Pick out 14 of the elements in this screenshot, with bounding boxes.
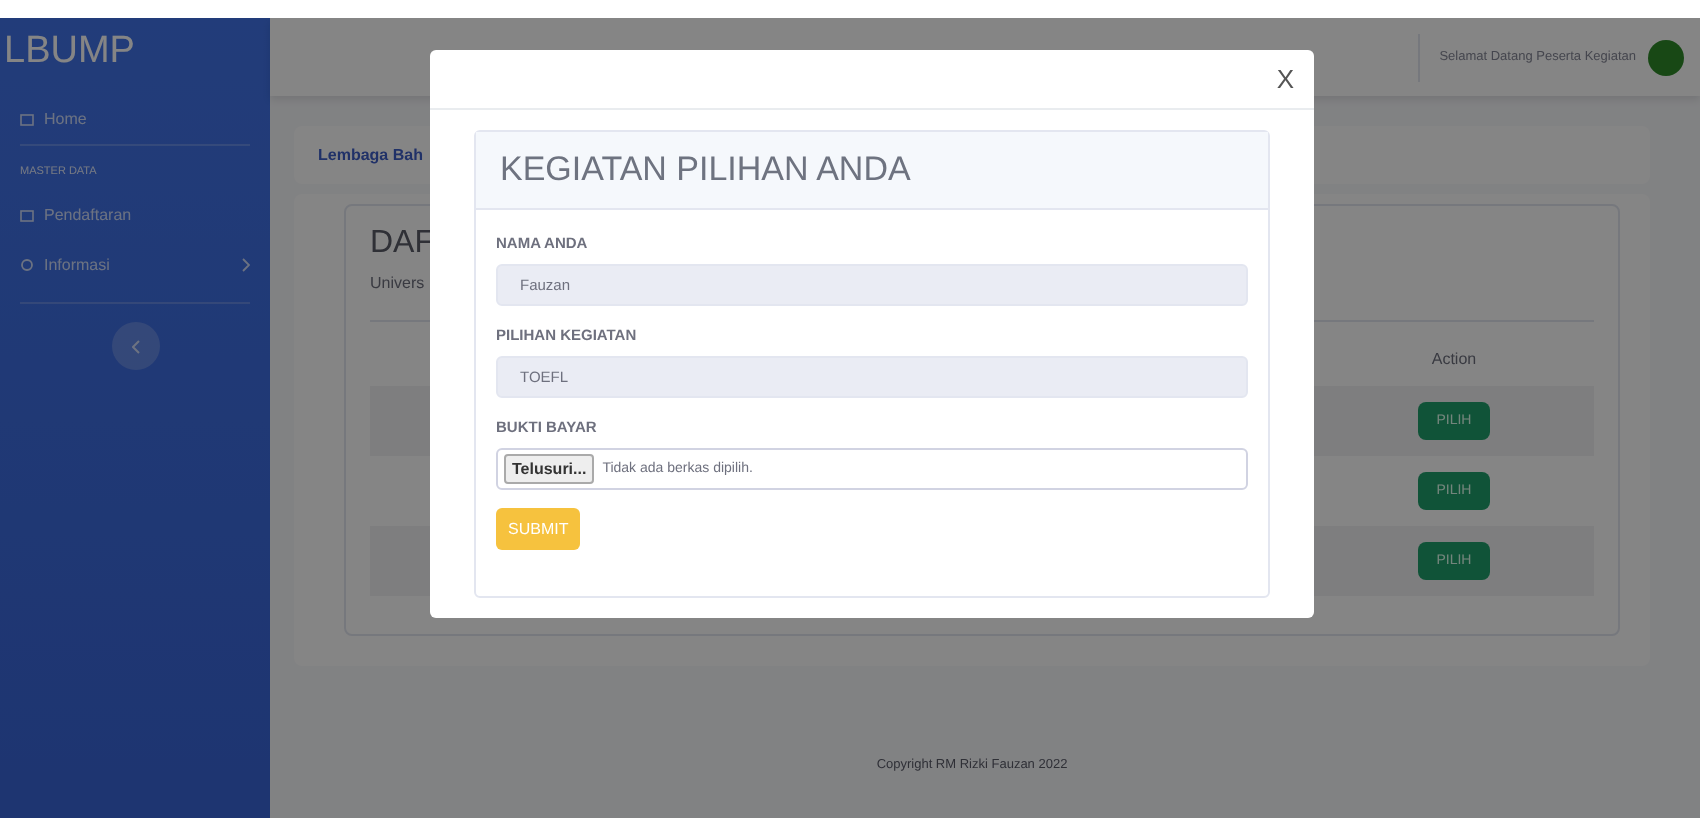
brand-title: LBUMP (4, 28, 137, 76)
browse-button[interactable]: Telusuri... (504, 454, 595, 484)
chevron-left-icon (131, 339, 139, 353)
sidebar-item[interactable]: Home (20, 94, 250, 144)
sidebar-item[interactable]: Pendaftaran (20, 190, 250, 240)
close-button[interactable]: X (1272, 64, 1298, 94)
chevron-right-icon (242, 258, 250, 272)
form-title: KEGIATAN PILIHAN ANDA (500, 150, 911, 190)
column-header: Action (1429, 349, 1479, 367)
breadcrumb-text: Lembaga Bah (318, 146, 423, 164)
sidebar-item[interactable]: Informasi (20, 240, 250, 290)
avatar[interactable] (1648, 39, 1684, 75)
submit-button[interactable]: SUBMIT (496, 508, 581, 550)
card-title: DAF (370, 226, 434, 262)
